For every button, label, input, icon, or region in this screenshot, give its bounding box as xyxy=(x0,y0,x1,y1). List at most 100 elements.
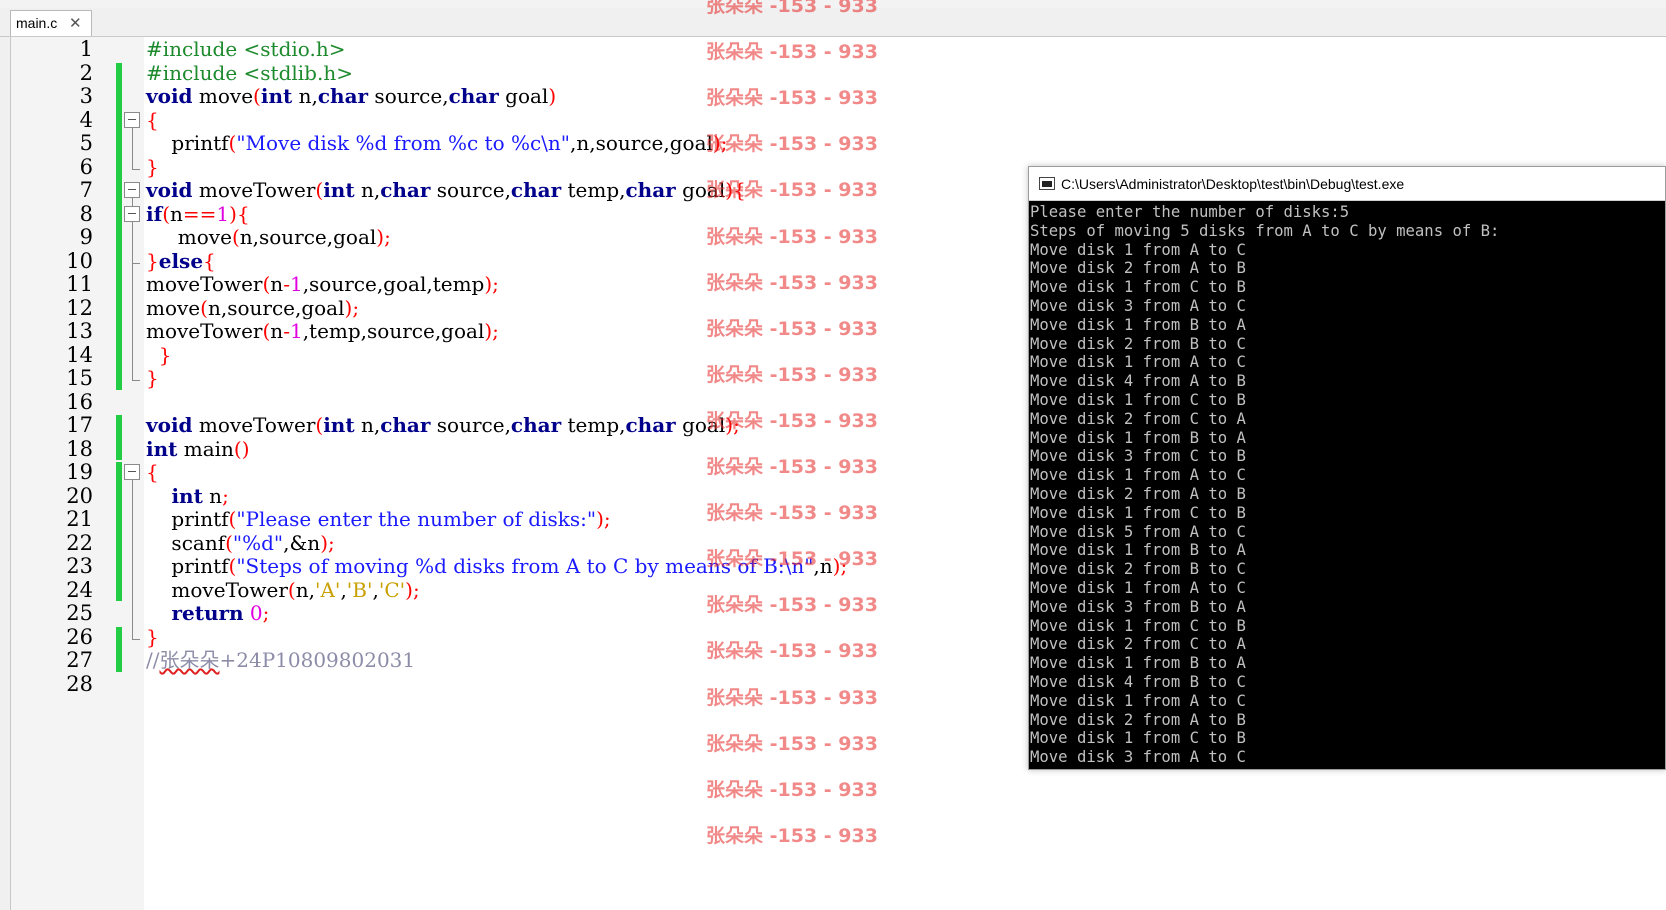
code-token: #include <stdio.h> xyxy=(146,37,346,61)
code-token: ) xyxy=(548,84,557,108)
tab-label: main.c xyxy=(16,15,58,31)
code-token: scanf xyxy=(146,530,226,555)
fold-toggle[interactable] xyxy=(124,464,142,641)
console-output: Please enter the number of disks:5 Steps … xyxy=(1030,203,1650,763)
code-token: #include <stdlib.h> xyxy=(146,60,353,85)
line-number: 10 xyxy=(66,248,93,273)
code-token: int xyxy=(323,178,355,202)
collapse-icon[interactable] xyxy=(124,205,140,222)
code-line: printf("Please enter the number of disks… xyxy=(146,507,611,531)
line-number: 14 xyxy=(66,342,93,367)
code-token: { xyxy=(733,178,746,202)
console-title: C:\Users\Administrator\Desktop\test\bin\… xyxy=(1061,176,1405,192)
code-token: goal xyxy=(675,178,726,202)
code-line: }else{ xyxy=(146,249,216,273)
code-token: - xyxy=(283,319,290,343)
code-line: int n; xyxy=(146,483,228,508)
code-token: ; xyxy=(840,554,848,578)
code-token: ,temp,source,goal xyxy=(302,319,485,343)
code-token: 'B' xyxy=(346,577,373,602)
code-token: return xyxy=(171,601,244,625)
fold-guide xyxy=(132,221,133,263)
code-token: move xyxy=(146,295,201,320)
close-icon[interactable]: ✕ xyxy=(69,14,82,32)
code-token: moveTower xyxy=(146,272,263,296)
code-token: n xyxy=(270,272,284,296)
code-token: 1 xyxy=(216,201,230,226)
code-token: char xyxy=(625,178,676,202)
code-token: ) xyxy=(712,131,721,155)
code-token: } xyxy=(146,154,159,179)
line-number: 9 xyxy=(79,225,93,249)
code-token: ( xyxy=(162,201,171,226)
line-number: 15 xyxy=(66,366,93,390)
code-token: 'A' xyxy=(314,577,341,602)
collapse-icon[interactable] xyxy=(124,182,140,198)
line-number: 28 xyxy=(66,671,93,696)
console-output-line: Move disk 4 from B to C xyxy=(1030,672,1246,691)
code-token: ( xyxy=(225,530,233,555)
code-token: ; xyxy=(720,131,728,155)
collapse-icon[interactable] xyxy=(124,464,140,480)
change-marker xyxy=(116,62,122,390)
collapse-icon[interactable] xyxy=(124,111,140,128)
line-number: 21 xyxy=(66,507,93,531)
code-token: n,source,goal xyxy=(207,295,345,320)
console-output-line: Move disk 2 from A to B xyxy=(1030,259,1246,278)
code-token: temp, xyxy=(561,413,626,437)
code-token: main xyxy=(177,436,234,461)
code-token: ) xyxy=(725,178,734,202)
code-token: "Please enter the number of disks:" xyxy=(236,507,597,531)
code-token: ( xyxy=(253,84,261,108)
fold-toggle[interactable] xyxy=(124,111,142,171)
code-token: ; xyxy=(603,507,611,531)
fold-toggle[interactable] xyxy=(124,205,142,265)
code-token: moveTower xyxy=(192,178,316,202)
code-token: ) xyxy=(320,530,328,555)
code-line: #include <stdlib.h> xyxy=(146,61,353,85)
code-token: source, xyxy=(430,413,511,437)
line-number: 1 xyxy=(79,37,93,61)
code-token: } xyxy=(146,248,159,273)
console-window[interactable]: C:\Users\Administrator\Desktop\test\bin\… xyxy=(1028,166,1666,770)
change-marker xyxy=(116,462,122,601)
console-output-line: Move disk 1 from A to C xyxy=(1030,466,1246,485)
line-number: 8 xyxy=(79,201,93,226)
code-token: printf xyxy=(146,507,229,531)
console-title-bar[interactable]: C:\Users\Administrator\Desktop\test\bin\… xyxy=(1029,167,1665,201)
code-token: ,n xyxy=(813,554,833,578)
console-output-line: Move disk 2 from A to B xyxy=(1030,710,1246,729)
code-token: int xyxy=(260,84,293,108)
code-token: source, xyxy=(430,178,511,202)
code-line: if(n==1){ xyxy=(146,202,250,226)
code-token: n xyxy=(170,201,183,226)
console-output-line: Move disk 1 from A to C xyxy=(1030,353,1246,372)
line-number: 11 xyxy=(66,272,93,296)
line-number: 25 xyxy=(66,601,93,625)
console-output-line: Move disk 1 from A to C xyxy=(1030,578,1246,597)
code-token: ,&n xyxy=(283,530,321,555)
line-number: 12 xyxy=(66,295,93,320)
code-token: n xyxy=(202,483,223,508)
change-marker xyxy=(116,415,122,460)
code-token: char xyxy=(380,413,431,437)
code-line: #include <stdio.h> xyxy=(146,37,345,61)
code-token: moveTower xyxy=(146,577,288,602)
code-token: void xyxy=(146,84,193,108)
line-number: 5 xyxy=(79,131,93,155)
line-number: 4 xyxy=(79,107,93,132)
code-line: moveTower(n-1,source,goal,temp); xyxy=(146,272,499,296)
console-output-line: Move disk 1 from A to C xyxy=(1030,691,1246,710)
tab-main-c[interactable]: main.c ✕ xyxy=(10,10,92,36)
console-output-line: Move disk 3 from A to C xyxy=(1030,748,1246,763)
code-token: ; xyxy=(328,530,335,555)
code-token: goal xyxy=(675,413,726,437)
console-output-line: Move disk 1 from C to B xyxy=(1030,390,1246,409)
code-token: char xyxy=(510,413,562,437)
line-number: 13 xyxy=(66,319,93,343)
code-token: } xyxy=(146,342,172,367)
code-token: ) xyxy=(484,272,493,296)
code-token: "%d" xyxy=(232,530,284,555)
code-line: //张朵朵+24P10809802031 xyxy=(146,648,415,672)
console-output-line: Please enter the number of disks:5 xyxy=(1030,203,1350,221)
